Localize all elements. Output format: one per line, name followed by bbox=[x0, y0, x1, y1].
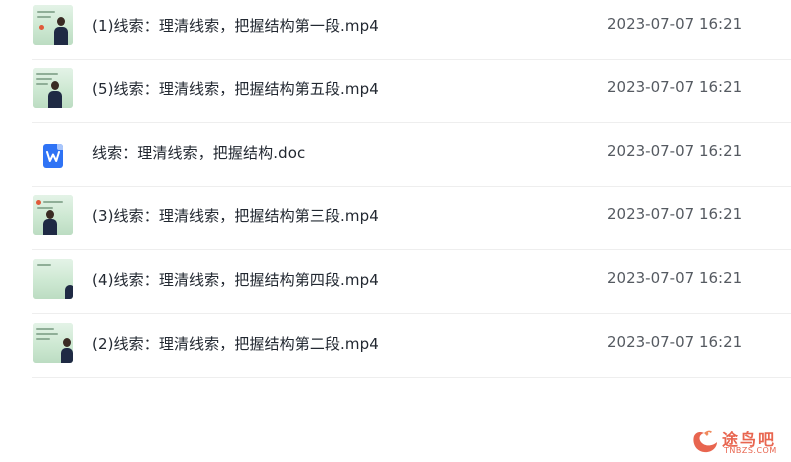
file-date: 2023-07-07 16:21 bbox=[607, 142, 743, 160]
file-row[interactable]: 线索：理清线索，把握结构.doc 2023-07-07 16:21 bbox=[32, 124, 791, 187]
watermark-subtitle: TNBZS.COM bbox=[724, 446, 777, 455]
video-thumbnail-icon[interactable] bbox=[33, 323, 73, 363]
video-thumbnail-icon[interactable] bbox=[33, 68, 73, 108]
file-date: 2023-07-07 16:21 bbox=[607, 269, 743, 287]
file-date: 2023-07-07 16:21 bbox=[607, 15, 743, 33]
bird-logo-icon bbox=[693, 430, 717, 453]
file-date: 2023-07-07 16:21 bbox=[607, 333, 743, 351]
video-thumbnail-icon[interactable] bbox=[33, 195, 73, 235]
file-name[interactable]: (4)线索：理清线索，把握结构第四段.mp4 bbox=[92, 269, 379, 290]
watermark-logo: 途鸟吧 TNBZS.COM bbox=[690, 426, 786, 460]
file-date: 2023-07-07 16:21 bbox=[607, 205, 743, 223]
file-row[interactable]: (5)线索：理清线索，把握结构第五段.mp4 2023-07-07 16:21 bbox=[32, 60, 791, 123]
file-row[interactable]: (4)线索：理清线索，把握结构第四段.mp4 2023-07-07 16:21 bbox=[32, 251, 791, 314]
video-thumbnail-icon[interactable] bbox=[33, 5, 73, 45]
file-date: 2023-07-07 16:21 bbox=[607, 78, 743, 96]
file-name[interactable]: (1)线索：理清线索，把握结构第一段.mp4 bbox=[92, 15, 379, 36]
file-name[interactable]: (2)线索：理清线索，把握结构第二段.mp4 bbox=[92, 333, 379, 354]
file-row[interactable]: (3)线索：理清线索，把握结构第三段.mp4 2023-07-07 16:21 bbox=[32, 187, 791, 250]
file-name[interactable]: (5)线索：理清线索，把握结构第五段.mp4 bbox=[92, 78, 379, 99]
file-row[interactable]: (2)线索：理清线索，把握结构第二段.mp4 2023-07-07 16:21 bbox=[32, 315, 791, 378]
word-doc-icon[interactable] bbox=[43, 144, 63, 168]
file-row[interactable]: (1)线索：理清线索，把握结构第一段.mp4 2023-07-07 16:21 bbox=[32, 0, 791, 60]
file-name[interactable]: (3)线索：理清线索，把握结构第三段.mp4 bbox=[92, 205, 379, 226]
file-name[interactable]: 线索：理清线索，把握结构.doc bbox=[92, 142, 305, 163]
video-thumbnail-icon[interactable] bbox=[33, 259, 73, 299]
